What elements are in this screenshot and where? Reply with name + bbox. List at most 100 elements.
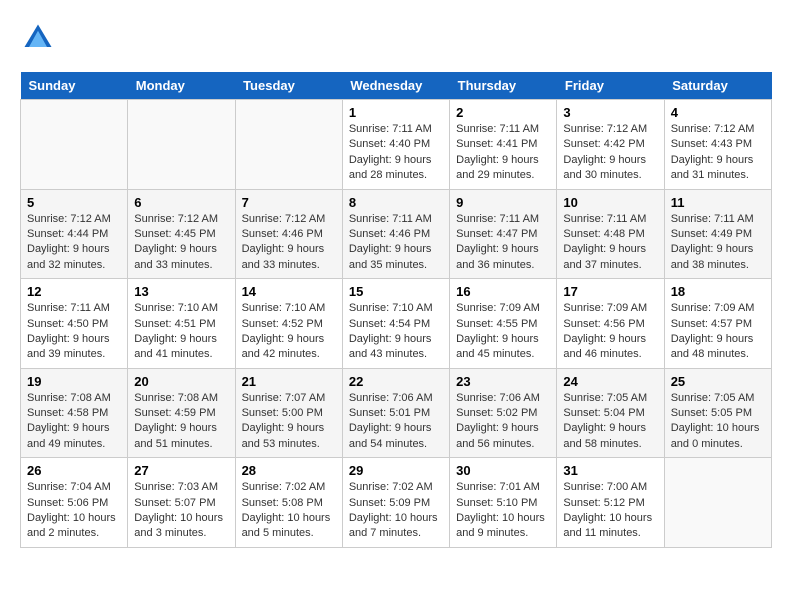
page-header: [20, 20, 772, 56]
day-number: 7: [242, 195, 336, 210]
calendar-cell: 2 Sunrise: 7:11 AM Sunset: 4:41 PM Daylig…: [450, 100, 557, 190]
calendar-week-5: 26 Sunrise: 7:04 AM Sunset: 5:06 PM Dayli…: [21, 458, 772, 548]
day-info: Sunrise: 7:11 AM Sunset: 4:48 PM Dayligh…: [563, 212, 657, 274]
day-info: Sunrise: 7:12 AM Sunset: 4:43 PM Dayligh…: [671, 122, 765, 184]
day-info: Sunrise: 7:03 AM Sunset: 5:07 PM Dayligh…: [134, 480, 228, 542]
header-saturday: Saturday: [664, 72, 771, 100]
day-number: 17: [563, 284, 657, 299]
calendar-cell: 27 Sunrise: 7:03 AM Sunset: 5:07 PM Dayli…: [128, 458, 235, 548]
day-number: 1: [349, 105, 443, 120]
day-info: Sunrise: 7:10 AM Sunset: 4:54 PM Dayligh…: [349, 301, 443, 363]
calendar-week-3: 12 Sunrise: 7:11 AM Sunset: 4:50 PM Dayli…: [21, 279, 772, 369]
day-number: 11: [671, 195, 765, 210]
day-info: Sunrise: 7:04 AM Sunset: 5:06 PM Dayligh…: [27, 480, 121, 542]
day-info: Sunrise: 7:12 AM Sunset: 4:44 PM Dayligh…: [27, 212, 121, 274]
day-info: Sunrise: 7:11 AM Sunset: 4:41 PM Dayligh…: [456, 122, 550, 184]
day-number: 3: [563, 105, 657, 120]
day-info: Sunrise: 7:10 AM Sunset: 4:52 PM Dayligh…: [242, 301, 336, 363]
day-number: 12: [27, 284, 121, 299]
calendar-cell: [21, 100, 128, 190]
logo-icon: [20, 20, 56, 56]
header-sunday: Sunday: [21, 72, 128, 100]
day-number: 13: [134, 284, 228, 299]
day-number: 4: [671, 105, 765, 120]
day-info: Sunrise: 7:11 AM Sunset: 4:46 PM Dayligh…: [349, 212, 443, 274]
calendar-cell: 15 Sunrise: 7:10 AM Sunset: 4:54 PM Dayli…: [342, 279, 449, 369]
calendar-cell: 8 Sunrise: 7:11 AM Sunset: 4:46 PM Daylig…: [342, 189, 449, 279]
day-number: 29: [349, 463, 443, 478]
calendar-cell: 5 Sunrise: 7:12 AM Sunset: 4:44 PM Daylig…: [21, 189, 128, 279]
day-number: 16: [456, 284, 550, 299]
calendar-cell: 30 Sunrise: 7:01 AM Sunset: 5:10 PM Dayli…: [450, 458, 557, 548]
calendar-cell: 6 Sunrise: 7:12 AM Sunset: 4:45 PM Daylig…: [128, 189, 235, 279]
day-info: Sunrise: 7:08 AM Sunset: 4:59 PM Dayligh…: [134, 391, 228, 453]
calendar-cell: 4 Sunrise: 7:12 AM Sunset: 4:43 PM Daylig…: [664, 100, 771, 190]
day-info: Sunrise: 7:11 AM Sunset: 4:50 PM Dayligh…: [27, 301, 121, 363]
day-number: 27: [134, 463, 228, 478]
day-info: Sunrise: 7:12 AM Sunset: 4:46 PM Dayligh…: [242, 212, 336, 274]
calendar-table: SundayMondayTuesdayWednesdayThursdayFrid…: [20, 72, 772, 548]
calendar-cell: 29 Sunrise: 7:02 AM Sunset: 5:09 PM Dayli…: [342, 458, 449, 548]
day-number: 25: [671, 374, 765, 389]
day-info: Sunrise: 7:05 AM Sunset: 5:05 PM Dayligh…: [671, 391, 765, 453]
calendar-cell: 9Sunrise: 7:11 AM Sunset: 4:47 PM Daylig…: [450, 189, 557, 279]
calendar-cell: 24 Sunrise: 7:05 AM Sunset: 5:04 PM Dayli…: [557, 368, 664, 458]
day-info: Sunrise: 7:05 AM Sunset: 5:04 PM Dayligh…: [563, 391, 657, 453]
calendar-week-2: 5 Sunrise: 7:12 AM Sunset: 4:44 PM Daylig…: [21, 189, 772, 279]
day-number: 28: [242, 463, 336, 478]
day-info: Sunrise: 7:07 AM Sunset: 5:00 PM Dayligh…: [242, 391, 336, 453]
header-tuesday: Tuesday: [235, 72, 342, 100]
day-number: 30: [456, 463, 550, 478]
day-number: 6: [134, 195, 228, 210]
day-number: 26: [27, 463, 121, 478]
calendar-cell: [664, 458, 771, 548]
day-info: Sunrise: 7:11 AM Sunset: 4:49 PM Dayligh…: [671, 212, 765, 274]
calendar-cell: 26 Sunrise: 7:04 AM Sunset: 5:06 PM Dayli…: [21, 458, 128, 548]
day-info: Sunrise: 7:09 AM Sunset: 4:55 PM Dayligh…: [456, 301, 550, 363]
day-info: Sunrise: 7:00 AM Sunset: 5:12 PM Dayligh…: [563, 480, 657, 542]
day-number: 2: [456, 105, 550, 120]
day-info: Sunrise: 7:02 AM Sunset: 5:09 PM Dayligh…: [349, 480, 443, 542]
day-number: 23: [456, 374, 550, 389]
calendar-cell: 19 Sunrise: 7:08 AM Sunset: 4:58 PM Dayli…: [21, 368, 128, 458]
calendar-cell: [128, 100, 235, 190]
calendar-cell: 23Sunrise: 7:06 AM Sunset: 5:02 PM Dayli…: [450, 368, 557, 458]
header-thursday: Thursday: [450, 72, 557, 100]
calendar-week-4: 19 Sunrise: 7:08 AM Sunset: 4:58 PM Dayli…: [21, 368, 772, 458]
calendar-cell: 31 Sunrise: 7:00 AM Sunset: 5:12 PM Dayli…: [557, 458, 664, 548]
day-info: Sunrise: 7:11 AM Sunset: 4:47 PM Dayligh…: [456, 212, 550, 274]
day-info: Sunrise: 7:10 AM Sunset: 4:51 PM Dayligh…: [134, 301, 228, 363]
calendar-cell: 10 Sunrise: 7:11 AM Sunset: 4:48 PM Dayli…: [557, 189, 664, 279]
day-number: 8: [349, 195, 443, 210]
day-number: 14: [242, 284, 336, 299]
calendar-cell: 18 Sunrise: 7:09 AM Sunset: 4:57 PM Dayli…: [664, 279, 771, 369]
day-info: Sunrise: 7:01 AM Sunset: 5:10 PM Dayligh…: [456, 480, 550, 542]
day-number: 20: [134, 374, 228, 389]
calendar-cell: 20 Sunrise: 7:08 AM Sunset: 4:59 PM Dayli…: [128, 368, 235, 458]
day-number: 10: [563, 195, 657, 210]
calendar-week-1: 1 Sunrise: 7:11 AM Sunset: 4:40 PM Daylig…: [21, 100, 772, 190]
day-number: 21: [242, 374, 336, 389]
calendar-cell: 11 Sunrise: 7:11 AM Sunset: 4:49 PM Dayli…: [664, 189, 771, 279]
day-info: Sunrise: 7:11 AM Sunset: 4:40 PM Dayligh…: [349, 122, 443, 184]
day-info: Sunrise: 7:09 AM Sunset: 4:56 PM Dayligh…: [563, 301, 657, 363]
calendar-cell: 21 Sunrise: 7:07 AM Sunset: 5:00 PM Dayli…: [235, 368, 342, 458]
day-number: 15: [349, 284, 443, 299]
day-number: 19: [27, 374, 121, 389]
day-info: Sunrise: 7:12 AM Sunset: 4:45 PM Dayligh…: [134, 212, 228, 274]
day-number: 31: [563, 463, 657, 478]
day-number: 24: [563, 374, 657, 389]
day-number: 22: [349, 374, 443, 389]
calendar-cell: 14 Sunrise: 7:10 AM Sunset: 4:52 PM Dayli…: [235, 279, 342, 369]
day-info: Sunrise: 7:08 AM Sunset: 4:58 PM Dayligh…: [27, 391, 121, 453]
header-wednesday: Wednesday: [342, 72, 449, 100]
day-info: Sunrise: 7:12 AM Sunset: 4:42 PM Dayligh…: [563, 122, 657, 184]
header-friday: Friday: [557, 72, 664, 100]
calendar-cell: 12 Sunrise: 7:11 AM Sunset: 4:50 PM Dayli…: [21, 279, 128, 369]
calendar-cell: 1 Sunrise: 7:11 AM Sunset: 4:40 PM Daylig…: [342, 100, 449, 190]
day-info: Sunrise: 7:09 AM Sunset: 4:57 PM Dayligh…: [671, 301, 765, 363]
day-info: Sunrise: 7:06 AM Sunset: 5:01 PM Dayligh…: [349, 391, 443, 453]
logo: [20, 20, 62, 56]
day-number: 5: [27, 195, 121, 210]
day-number: 18: [671, 284, 765, 299]
